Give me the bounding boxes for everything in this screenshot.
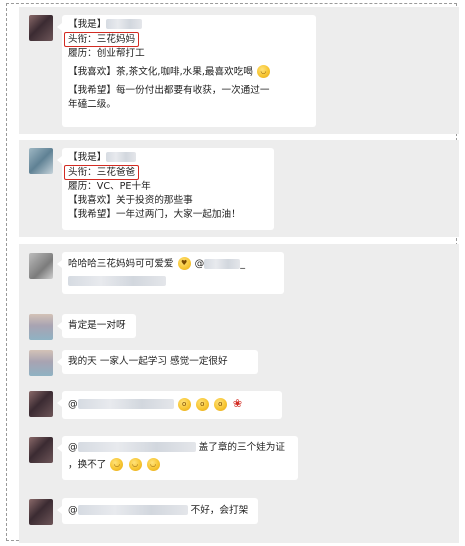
- comment-bubble: @ 盖了章的三个娃为证 ，换不了 ◡ ◡ ◡: [57, 436, 298, 480]
- mention-at[interactable]: @: [68, 399, 78, 410]
- comment-bubble: @ o o o ❀: [57, 391, 282, 419]
- resume-text: 履历：VC、PE十年: [68, 181, 151, 192]
- comment-list: 哈哈哈三花妈妈可可爱爱 ♥ @ _ 肯定是一对呀 我的天 一家人一起学习 感觉一定…: [19, 244, 459, 543]
- intro-post-mom: 【我是】 头衔：三花妈妈 履历：创业帮打工 【我喜欢】茶,茶文化,咖啡,水果,最…: [19, 7, 459, 134]
- comment-text: 不好，会打架: [190, 505, 249, 516]
- redacted-mention: [77, 399, 174, 409]
- heart-eyes-emoji-icon: ♥: [177, 257, 191, 270]
- avatar[interactable]: [29, 391, 53, 417]
- mention-suffix: _: [240, 258, 246, 270]
- comment-text: 我的天 一家人一起学习 感觉一定很好: [68, 356, 228, 367]
- redacted-mention: [77, 505, 188, 515]
- comment-text: 肯定是一对呀: [68, 320, 126, 331]
- comment-text-cont: ，换不了: [68, 459, 107, 471]
- like-text: 茶,茶文化,咖啡,水果,最喜欢吃喝: [115, 66, 253, 78]
- resume-text: 履历：创业帮打工: [68, 48, 145, 59]
- hope-label: 【我希望】: [68, 209, 116, 220]
- intro-post-dad: 【我是】 头衔：三花爸爸 履历：VC、PE十年 【我喜欢】关于投资的那些事 【我…: [19, 140, 459, 237]
- avatar[interactable]: [29, 437, 53, 463]
- title-highlight: 头衔：三花爸爸: [64, 165, 140, 180]
- surprised-emoji-icon: o: [177, 397, 191, 411]
- redacted-text: [68, 275, 166, 286]
- comment-bubble: @ 不好，会打架: [57, 498, 258, 524]
- grinning-emoji-icon: ◡: [110, 458, 124, 471]
- surprised-emoji-icon: o: [213, 397, 227, 411]
- comment-bubble: 我的天 一家人一起学习 感觉一定很好: [57, 350, 258, 374]
- rose-icon: ❀: [232, 397, 243, 410]
- like-label: 【我喜欢】: [68, 66, 116, 78]
- title-highlight: 头衔：三花妈妈: [64, 32, 140, 47]
- grinning-emoji-icon: ◡: [146, 458, 160, 471]
- avatar[interactable]: [29, 499, 53, 525]
- grinning-emoji-icon: ◡: [256, 65, 270, 78]
- mention-at[interactable]: @: [195, 259, 205, 270]
- avatar[interactable]: [29, 253, 53, 279]
- redacted-name: [106, 152, 137, 162]
- intro-message-bubble: 【我是】 头衔：三花妈妈 履历：创业帮打工 【我喜欢】茶,茶文化,咖啡,水果,最…: [57, 15, 316, 127]
- screenshot-frame: 【我是】 头衔：三花妈妈 履历：创业帮打工 【我喜欢】茶,茶文化,咖啡,水果,最…: [6, 3, 459, 543]
- mention-at[interactable]: @: [68, 505, 78, 516]
- hope-text: 每一份付出都要有收获，一次通过一: [115, 84, 270, 96]
- comment-text: 盖了章的三个娃为证: [198, 442, 285, 453]
- redacted-mention: [204, 258, 241, 269]
- mention-at[interactable]: @: [68, 442, 78, 453]
- comment-text: 哈哈哈三花妈妈可可爱爱: [68, 258, 174, 270]
- like-label: 【我喜欢】: [68, 195, 116, 206]
- redacted-name: [106, 19, 143, 29]
- hope-label: 【我希望】: [68, 84, 116, 96]
- grinning-emoji-icon: ◡: [128, 458, 142, 471]
- name-label: 【我是】: [68, 19, 107, 30]
- intro-message-bubble: 【我是】 头衔：三花爸爸 履历：VC、PE十年 【我喜欢】关于投资的那些事 【我…: [57, 148, 274, 230]
- comment-bubble: 哈哈哈三花妈妈可可爱爱 ♥ @ _: [57, 252, 284, 294]
- avatar[interactable]: [29, 148, 53, 174]
- avatar[interactable]: [29, 15, 53, 41]
- comment-bubble: 肯定是一对呀: [57, 314, 136, 338]
- surprised-emoji-icon: o: [195, 397, 209, 411]
- hope-text: 一年过两门，大家一起加油！: [115, 209, 241, 220]
- like-text: 关于投资的那些事: [115, 195, 193, 206]
- avatar[interactable]: [29, 350, 53, 376]
- redacted-mention: [77, 442, 196, 452]
- hope-text-cont: 年磕二级。: [68, 98, 116, 110]
- name-label: 【我是】: [68, 152, 107, 163]
- avatar[interactable]: [29, 314, 53, 340]
